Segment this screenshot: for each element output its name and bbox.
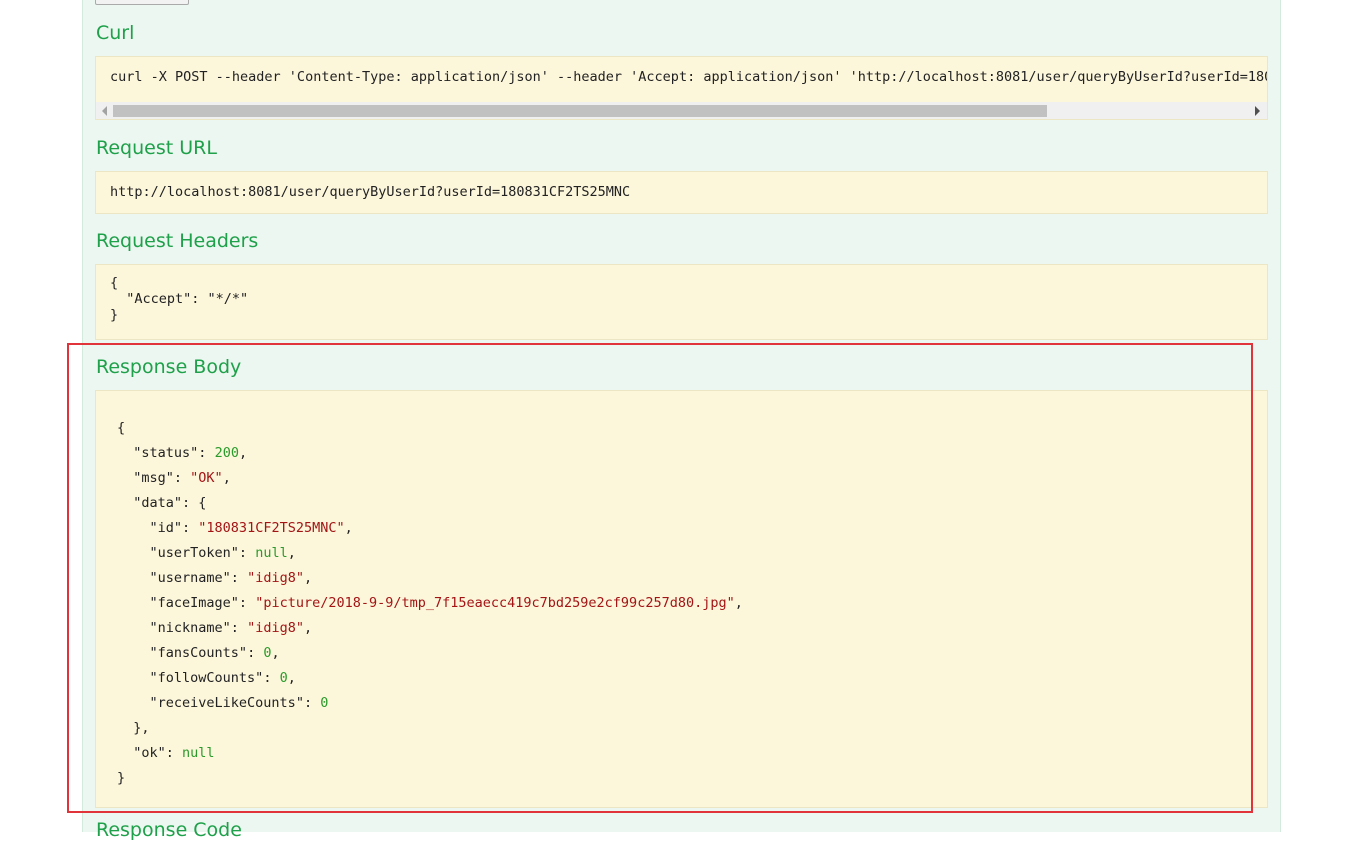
response-code-title: Response Code [96, 819, 242, 841]
request-url-title: Request URL [96, 137, 217, 159]
headers-line: { [110, 275, 119, 291]
scroll-thumb[interactable] [113, 105, 1047, 117]
scroll-right-arrow-icon[interactable] [1255, 106, 1260, 116]
headers-line: } [110, 307, 119, 323]
request-url-value: http://localhost:8081/user/queryByUserId… [110, 184, 631, 200]
headers-line: "Accept": "*/*" [110, 291, 249, 307]
curl-horizontal-scrollbar[interactable] [96, 102, 1267, 119]
response-body-highlight-box [67, 343, 1253, 813]
request-headers-title: Request Headers [96, 230, 259, 252]
try-it-out-button[interactable] [95, 0, 189, 5]
curl-title: Curl [96, 22, 135, 44]
request-headers-box: { "Accept": "*/*" } [95, 264, 1268, 340]
request-url-box: http://localhost:8081/user/queryByUserId… [95, 171, 1268, 214]
curl-command: curl -X POST --header 'Content-Type: app… [110, 69, 1268, 85]
curl-box: curl -X POST --header 'Content-Type: app… [95, 56, 1268, 120]
scroll-left-arrow-icon[interactable] [102, 106, 107, 116]
